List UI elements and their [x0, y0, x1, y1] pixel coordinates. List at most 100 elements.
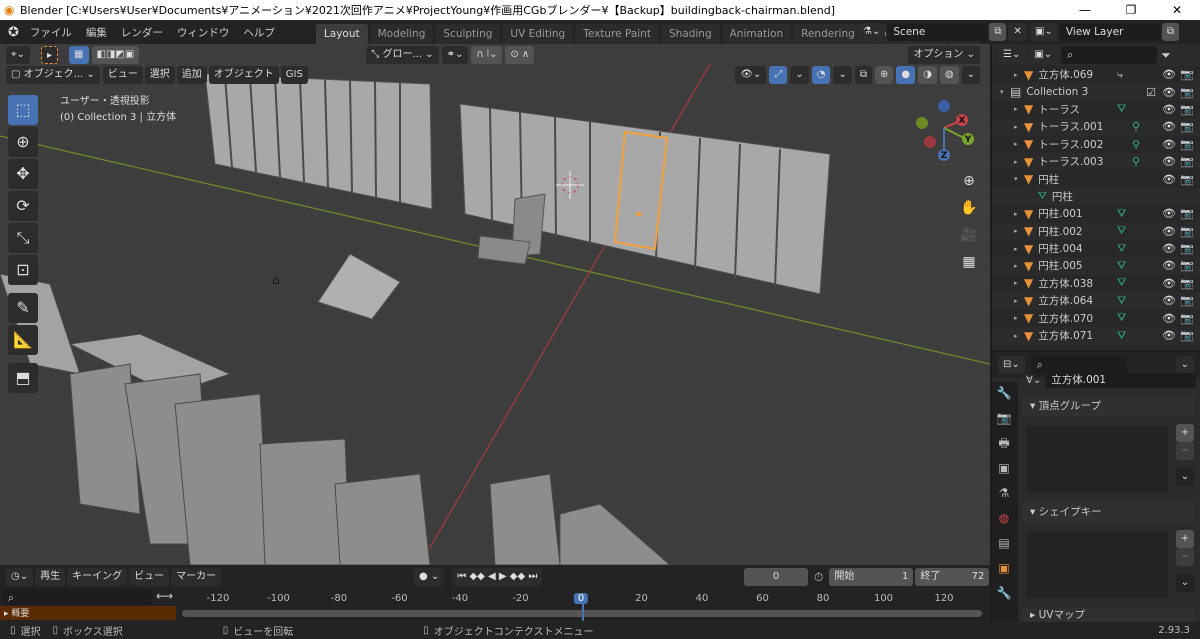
move-tool-icon[interactable]: ✥ [8, 159, 38, 189]
3d-viewport[interactable]: ⌂ X Y Z ⌖⌄ ▸ ▦ ◧◨◩▣ ⤡ グロー... ⌄ ⚭⌄ ∩ ⦚⌄ ⊙… [0, 44, 990, 565]
expand-toggle-icon[interactable]: ▸ [1014, 210, 1024, 218]
outliner-row[interactable]: ▸ ▼ 円柱.001 ⛛ 👁 📷 [992, 205, 1200, 222]
mode-dropdown[interactable]: ▢ オブジェク... ⌄ [6, 66, 100, 84]
mesh-data-icon[interactable]: ⛛ [1117, 224, 1126, 238]
expand-toggle-icon[interactable]: ▸ [1014, 314, 1024, 322]
visibility-eye-icon[interactable]: 👁 [1162, 312, 1176, 325]
vertex-group-specials-button[interactable]: ⌄ [1176, 468, 1194, 486]
measure-tool-icon[interactable]: 📐 [8, 325, 38, 355]
remove-vertex-group-button[interactable]: − [1176, 442, 1194, 460]
mesh-data-icon[interactable]: ⛛ [1117, 294, 1126, 308]
menu-item[interactable]: レンダー [114, 25, 170, 40]
visibility-eye-icon[interactable]: 👁 [1162, 138, 1176, 151]
render-camera-icon[interactable]: 📷 [1180, 259, 1194, 272]
view-layer-icon[interactable]: ▣⌄ [1030, 23, 1058, 41]
expand-toggle-icon[interactable]: ▸ [1014, 245, 1024, 253]
render-camera-icon[interactable]: 📷 [1180, 225, 1194, 238]
expand-toggle-icon[interactable]: ▸ [1014, 140, 1024, 148]
menu-item[interactable]: ファイル [23, 25, 79, 40]
viewport-menu-item[interactable]: 選択 [144, 66, 175, 84]
visibility-icon[interactable]: 👁⌄ [735, 66, 767, 84]
outliner-row[interactable]: ▸ ▼ 円柱.005 ⛛ 👁 📷 [992, 257, 1200, 275]
filter-icon[interactable]: ⏷ [1161, 48, 1171, 63]
properties-editor-type-icon[interactable]: ⊟⌄ [998, 356, 1025, 374]
playhead[interactable] [582, 603, 584, 621]
options-dropdown[interactable]: オプション ⌄ [908, 46, 980, 64]
rotate-tool-icon[interactable]: ⟳ [8, 191, 38, 221]
render-tab-icon[interactable]: 📷 [992, 407, 1016, 429]
visibility-eye-icon[interactable]: 👁 [1162, 277, 1176, 290]
timeline-search-input[interactable]: ⌕ [2, 589, 152, 605]
render-camera-icon[interactable]: 📷 [1180, 207, 1194, 220]
visibility-eye-icon[interactable]: 👁 [1162, 242, 1176, 255]
add-cube-tool-icon[interactable]: ⬒ [8, 363, 38, 393]
shape-keys-panel-header[interactable]: ▾ シェイプキー [1022, 502, 1194, 522]
blender-menu-icon[interactable]: ✪ [8, 25, 19, 40]
outliner-row[interactable]: ▸ ▼ トーラス ⛛ 👁 📷 [992, 101, 1200, 118]
editor-type-button[interactable]: ⌖⌄ [6, 46, 31, 64]
outliner-row[interactable]: ▸ ▼ 立方体.070 ⛛ 👁 📷 [992, 309, 1200, 326]
maximize-button[interactable]: ❐ [1108, 0, 1154, 20]
annotate-tool-icon[interactable]: ✎ [8, 293, 38, 323]
auto-keying-button[interactable]: ● ⌄ [414, 568, 445, 586]
expand-toggle-icon[interactable]: ▾ [1000, 88, 1010, 96]
vertex-data-icon[interactable]: ⚲ [1132, 120, 1140, 133]
outliner-row[interactable]: ▸ ▼ 立方体.069 ⤷ 👁 📷 [992, 66, 1200, 83]
outliner-row[interactable]: ▸ ▼ 立方体.071 ⛛ 👁 📷 [992, 326, 1200, 345]
viewport-menu-item[interactable]: GIS [280, 66, 308, 84]
workspace-tab[interactable]: Layout [315, 24, 368, 44]
cursor-tool-icon[interactable]: ⊕ [8, 127, 38, 157]
pan-view-icon[interactable]: ✋ [955, 195, 983, 222]
render-camera-icon[interactable]: 📷 [1180, 242, 1194, 255]
menu-item[interactable]: ヘルプ [236, 25, 282, 40]
select-mode-new-icon[interactable]: ▦ [69, 46, 89, 64]
workspace-tab[interactable]: Shading [660, 24, 720, 44]
timeline-editor-type-icon[interactable]: ◷⌄ [6, 568, 34, 586]
visibility-eye-icon[interactable]: 👁 [1162, 86, 1176, 99]
gizmo-toggle-icon[interactable]: ⤢ [769, 66, 788, 84]
visibility-eye-icon[interactable]: 👁 [1162, 173, 1176, 186]
overlay-dropdown-icon[interactable]: ⌄ [833, 66, 852, 84]
scene-tab-icon[interactable]: ⚗ [992, 482, 1016, 504]
mesh-data-icon[interactable]: ⛛ [1117, 329, 1126, 343]
shape-keys-list[interactable] [1026, 532, 1168, 598]
visibility-eye-icon[interactable]: 👁 [1162, 294, 1176, 307]
mesh-data-icon[interactable]: ⛛ [1117, 311, 1126, 325]
visibility-eye-icon[interactable]: 👁 [1162, 225, 1176, 238]
outliner-row[interactable]: ▸ ▼ 立方体.038 ⛛ 👁 📷 [992, 275, 1200, 292]
expand-toggle-icon[interactable]: ▸ [1014, 297, 1024, 305]
mesh-data-icon[interactable]: ∀⌄ [1026, 375, 1041, 386]
outliner-row[interactable]: ▸ ▼ 円柱.004 ⛛ 👁 📷 [992, 240, 1200, 257]
outliner-row[interactable]: ▾ ▤ Collection 3 ☑ 👁 📷 [992, 83, 1200, 101]
render-camera-icon[interactable]: 📷 [1180, 103, 1194, 116]
close-button[interactable]: ✕ [1154, 0, 1200, 20]
shading-rendered-icon[interactable]: ◍ [939, 66, 959, 84]
pivot-point-icon[interactable]: ⚭⌄ [441, 46, 469, 64]
ortho-toggle-icon[interactable]: ▦ [955, 249, 983, 276]
workspace-tab[interactable]: Rendering [793, 24, 863, 44]
outliner-row[interactable]: ⛛ 円柱 [992, 187, 1200, 206]
render-camera-icon[interactable]: 📷 [1180, 312, 1194, 325]
render-camera-icon[interactable]: 📷 [1180, 138, 1194, 151]
summary-channel[interactable]: ▸ 概要 [0, 606, 176, 620]
render-camera-icon[interactable]: 📷 [1180, 120, 1194, 133]
select-box-tool-icon[interactable]: ⬚ [8, 95, 38, 125]
visibility-eye-icon[interactable]: 👁 [1162, 68, 1176, 81]
workspace-tab[interactable]: Modeling [369, 24, 434, 44]
workspace-tab[interactable]: Animation [721, 24, 792, 44]
mesh-data-icon[interactable]: ⛛ [1117, 259, 1126, 273]
select-tool-icon[interactable]: ▸ [41, 46, 59, 64]
outliner-row[interactable]: ▸ ▼ 円柱.002 ⛛ 👁 📷 [992, 222, 1200, 240]
delete-scene-button[interactable]: ✕ [1008, 23, 1027, 41]
timeline-menu-item[interactable]: キーイング [67, 568, 128, 586]
new-scene-button[interactable]: ⧉ [989, 23, 1007, 41]
workspace-tab[interactable]: UV Editing [502, 24, 574, 44]
outliner-row[interactable]: ▸ ▼ トーラス.003 ⚲ 👁 📷 [992, 152, 1200, 171]
outliner-display-mode-icon[interactable]: ☰⌄ [998, 46, 1026, 64]
viewport-menu-item[interactable]: オブジェクト [208, 66, 279, 84]
add-shape-key-button[interactable]: + [1176, 530, 1194, 548]
expand-toggle-icon[interactable]: ▸ [1014, 279, 1024, 287]
parent-link-icon[interactable]: ⤷ [1117, 68, 1123, 82]
collection-checkbox[interactable]: ☑ [1146, 86, 1156, 99]
outliner-filter-layer-icon[interactable]: ▣⌄ [1029, 46, 1058, 64]
